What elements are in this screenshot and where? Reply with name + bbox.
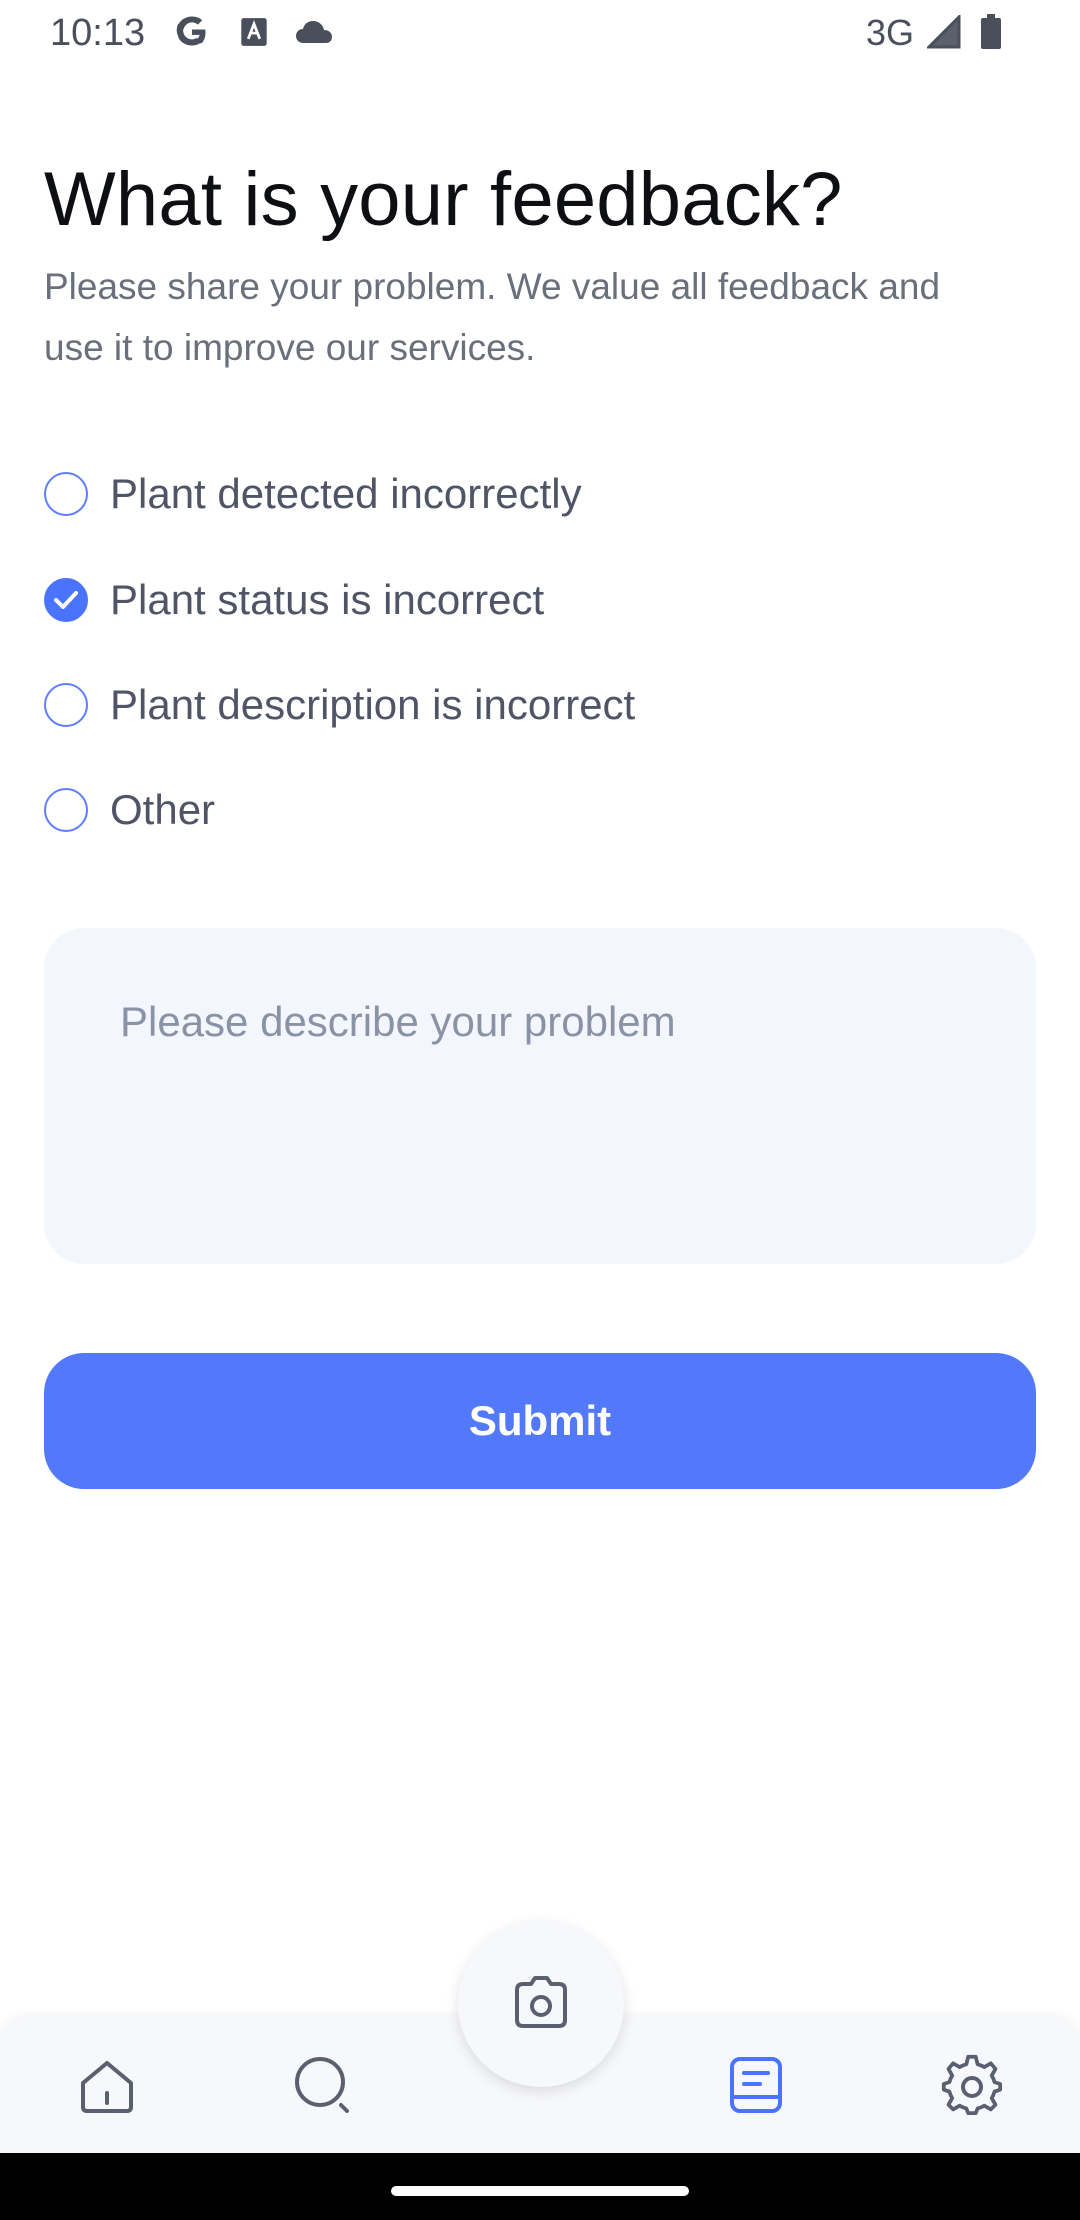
option-label: Plant description is incorrect [110,681,636,728]
nav-settings[interactable] [936,2051,1008,2123]
camera-button[interactable] [458,1921,624,2087]
status-time: 10:13 [50,12,146,54]
option-label: Plant detected incorrectly [110,470,582,517]
option-plant-detected-incorrectly[interactable]: Plant detected incorrectly [44,459,1004,529]
status-bar: 10:13 3G [0,0,1080,66]
cloud-icon [294,14,334,50]
option-label: Other [110,786,216,833]
radio-unchecked-icon[interactable] [44,683,88,727]
nav-notes[interactable] [720,2051,792,2123]
home-gesture-handle[interactable] [391,2186,689,2196]
option-plant-status-incorrect[interactable]: Plant status is incorrect [44,565,1004,635]
nav-home[interactable] [71,2051,143,2123]
nav-search[interactable] [287,2051,359,2123]
feedback-screen: 10:13 3G What is your feedback? Please s… [0,0,1080,2220]
home-icon [75,2053,139,2122]
option-other[interactable]: Other [44,775,1004,845]
problem-description-input[interactable] [44,928,1036,1264]
radio-unchecked-icon[interactable] [44,472,88,516]
page-subtitle: Please share your problem. We value all … [44,266,941,368]
font-a-icon [238,14,270,50]
submit-button[interactable]: Submit [44,1353,1036,1489]
radio-checked-icon[interactable] [44,578,88,622]
notes-icon [724,2053,788,2122]
google-icon [172,14,212,50]
radio-unchecked-icon[interactable] [44,788,88,832]
battery-icon [978,14,1004,50]
camera-icon [509,1970,573,2039]
search-icon [291,2053,355,2122]
network-type: 3G [866,12,915,53]
signal-icon [926,14,962,50]
option-plant-description-incorrect[interactable]: Plant description is incorrect [44,670,1004,740]
page-title: What is your feedback? [44,157,843,242]
gear-icon [940,2053,1004,2122]
option-label: Plant status is incorrect [110,576,545,623]
